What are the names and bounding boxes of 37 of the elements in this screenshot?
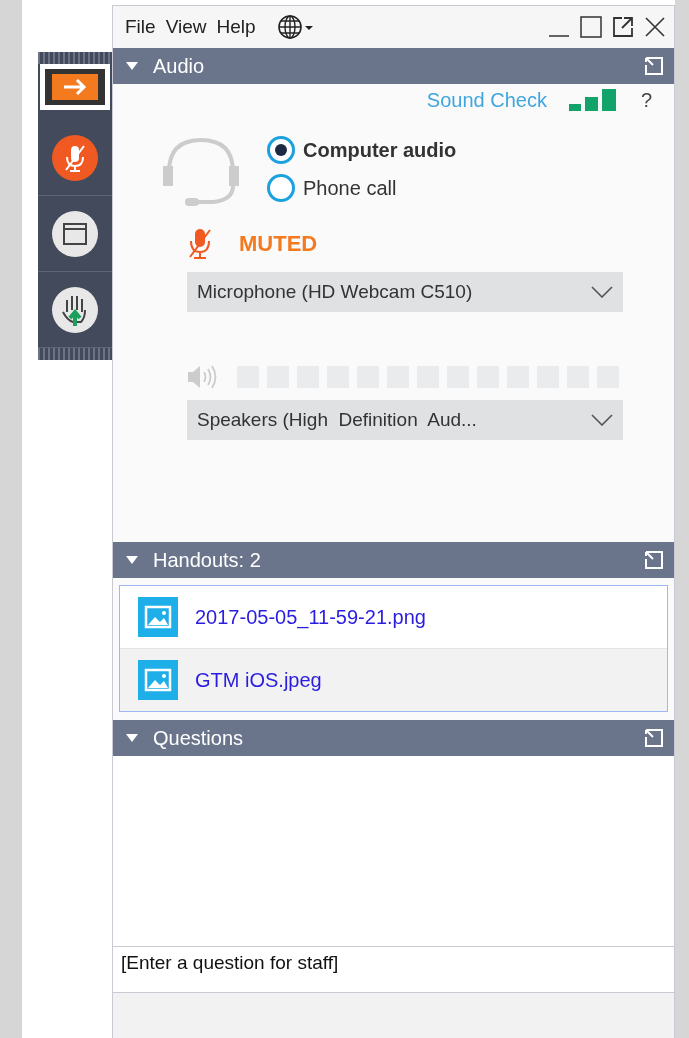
globe-icon[interactable]: [277, 14, 314, 40]
muted-label: MUTED: [239, 231, 318, 257]
section-header[interactable]: Questions: [113, 720, 674, 756]
microphone-icon: [187, 227, 213, 261]
menu-item[interactable]: View: [165, 16, 207, 38]
signal-icon: [568, 89, 619, 111]
help-button[interactable]: ?: [640, 88, 652, 112]
microphone-dropdown[interactable]: Microphone (HD Webcam C510): [187, 272, 623, 312]
close-icon[interactable]: [644, 16, 666, 38]
radio-label: Phone call: [303, 176, 397, 200]
section-title: Audio: [153, 54, 206, 78]
muted-microphone-icon: [51, 133, 99, 182]
section-title: Questions: [153, 726, 245, 750]
menu-item[interactable]: File: [125, 16, 156, 38]
radio-label: Computer audio: [303, 138, 457, 162]
question-input[interactable]: [Enter a question for staff]: [113, 947, 674, 993]
section-header[interactable]: Handouts: 2: [113, 542, 674, 578]
section-header[interactable]: Audio: [113, 48, 674, 84]
handout-item[interactable]: GTM iOS.jpeg: [120, 648, 667, 711]
radio-option[interactable]: Phone call: [267, 174, 457, 202]
image-file-icon: [138, 660, 178, 700]
section-title: Handouts: 2: [153, 548, 262, 572]
headset-icon: [163, 136, 239, 208]
menu-item[interactable]: Help: [216, 16, 256, 38]
chevron-icon: [591, 286, 613, 298]
grip-handle[interactable]: [38, 52, 112, 64]
speakers-dropdown[interactable]: Speakers (High Definition Aud...: [187, 400, 623, 440]
window-icon: [51, 209, 99, 258]
chevron-icon: [591, 414, 613, 426]
radio-option[interactable]: Computer audio: [267, 136, 457, 164]
maximize-icon[interactable]: [580, 16, 602, 38]
grip-handle[interactable]: [38, 348, 112, 360]
pop-out-icon[interactable]: [612, 16, 634, 38]
speaker-icon: [187, 364, 219, 390]
handout-item[interactable]: 2017-05-05_11-59-21.png: [120, 586, 667, 648]
image-file-icon: [138, 597, 178, 637]
raise-hand-icon: [51, 285, 99, 334]
